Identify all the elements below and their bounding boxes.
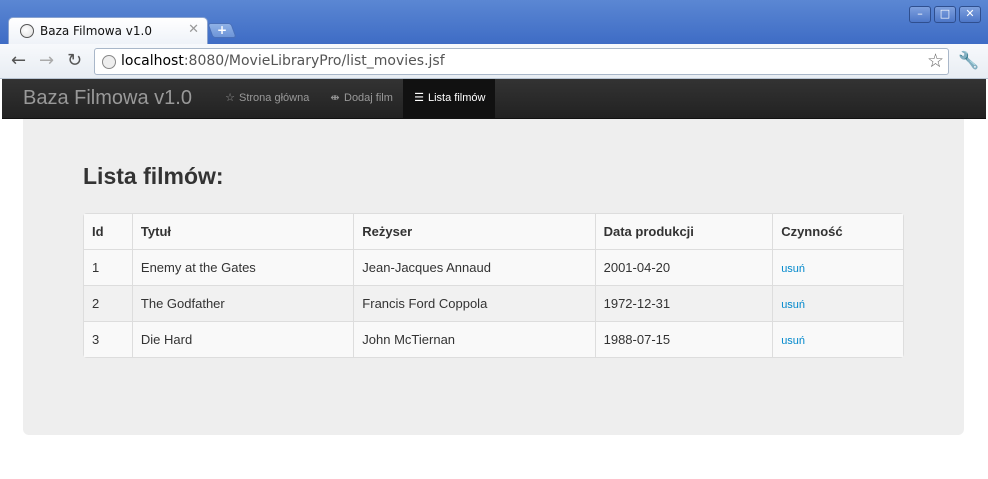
cell-title: The Godfather [131, 285, 354, 321]
bookmark-star-icon[interactable]: ☆ [927, 50, 944, 72]
delete-link[interactable]: usuń [781, 263, 805, 275]
cell-director: John McTiernan [353, 321, 595, 357]
move-icon: ⇼ [330, 92, 340, 104]
cell-id: 1 [84, 249, 132, 285]
column-header-director: Reżyser [353, 214, 595, 249]
maximize-button[interactable]: □ [934, 6, 956, 23]
nav-item-home[interactable]: ☆ Strona główna [214, 79, 319, 118]
cell-id: 2 [84, 285, 132, 321]
address-bar[interactable]: localhost:8080/MovieLibraryPro/list_movi… [94, 48, 949, 75]
list-icon: ☰ [414, 92, 424, 104]
delete-link[interactable]: usuń [781, 299, 805, 311]
cell-date: 1988-07-15 [594, 321, 773, 357]
column-header-title: Tytuł [131, 214, 354, 249]
table-row: 1 Enemy at the Gates Jean-Jacques Annaud… [84, 249, 903, 285]
movies-table: Id Tytuł Reżyser Data produkcji Czynność… [83, 213, 904, 358]
cell-director: Francis Ford Coppola [353, 285, 595, 321]
reload-icon[interactable]: ↻ [67, 51, 82, 71]
page-title: Lista filmów: [83, 163, 224, 189]
browser-tab[interactable]: Baza Filmowa v1.0 ✕ [8, 17, 208, 45]
url-text: localhost:8080/MovieLibraryPro/list_movi… [121, 53, 445, 69]
table-row: 2 The Godfather Francis Ford Coppola 197… [84, 285, 903, 321]
table-header-row: Id Tytuł Reżyser Data produkcji Czynność [84, 214, 903, 249]
wrench-icon[interactable]: 🔧 [958, 51, 979, 71]
cell-action: usuń [772, 249, 903, 285]
cell-title: Die Hard [131, 321, 354, 357]
cell-action: usuń [772, 321, 903, 357]
forward-arrow-icon[interactable]: → [39, 51, 54, 71]
globe-icon [20, 24, 34, 38]
close-tab-icon[interactable]: ✕ [188, 23, 199, 37]
star-icon: ☆ [225, 92, 235, 104]
close-window-button[interactable]: ✕ [959, 6, 981, 23]
cell-director: Jean-Jacques Annaud [353, 249, 595, 285]
column-header-date: Data produkcji [594, 214, 773, 249]
delete-link[interactable]: usuń [781, 335, 805, 347]
plus-icon: + [216, 23, 228, 37]
new-tab-button[interactable]: + [207, 23, 237, 38]
globe-icon [102, 55, 116, 69]
cell-id: 3 [84, 321, 132, 357]
column-header-id: Id [84, 214, 132, 249]
back-arrow-icon[interactable]: ← [11, 51, 26, 71]
nav-item-label: Strona główna [239, 92, 310, 104]
cell-date: 1972-12-31 [594, 285, 773, 321]
cell-date: 2001-04-20 [594, 249, 773, 285]
browser-titlebar: Baza Filmowa v1.0 ✕ + – □ ✕ [0, 0, 988, 45]
nav-item-label: Lista filmów [428, 92, 486, 104]
nav-item-movie-list[interactable]: ☰ Lista filmów [403, 79, 495, 118]
column-header-action: Czynność [772, 214, 903, 249]
table-row: 3 Die Hard John McTiernan 1988-07-15 usu… [84, 321, 903, 357]
cell-action: usuń [772, 285, 903, 321]
minimize-button[interactable]: – [909, 6, 931, 23]
brand[interactable]: Baza Filmowa v1.0 [23, 87, 192, 110]
nav-item-add-movie[interactable]: ⇼ Dodaj film [319, 79, 403, 118]
navbar: Baza Filmowa v1.0 ☆ Strona główna ⇼ Dodaj … [2, 79, 986, 119]
nav-item-label: Dodaj film [344, 92, 393, 104]
cell-title: Enemy at the Gates [131, 249, 354, 285]
tab-title: Baza Filmowa v1.0 [40, 24, 152, 38]
browser-toolbar: ← → ↻ localhost:8080/MovieLibraryPro/lis… [0, 44, 988, 79]
